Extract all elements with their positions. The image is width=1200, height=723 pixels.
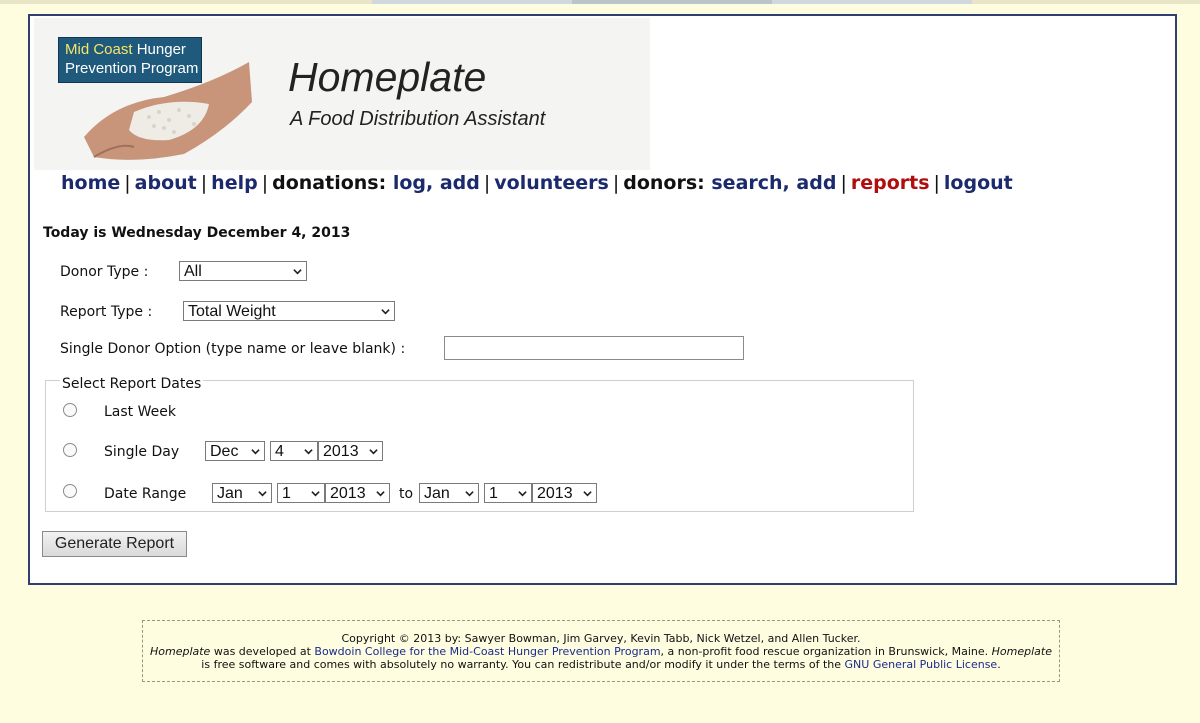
browser-top-strip bbox=[0, 0, 1200, 4]
nav-donors-search-link[interactable]: search, bbox=[711, 172, 789, 194]
generate-report-button[interactable]: Generate Report bbox=[42, 531, 187, 557]
footer-line3: is free software and comes with absolute… bbox=[201, 658, 1001, 671]
single-donor-label: Single Donor Option (type name or leave … bbox=[60, 341, 406, 357]
browser-tab[interactable] bbox=[372, 0, 572, 4]
single-day-month-select[interactable]: Dec bbox=[205, 441, 265, 461]
report-dates-legend: Select Report Dates bbox=[60, 376, 204, 392]
chevron-down-icon bbox=[293, 269, 302, 275]
nav-home-link[interactable]: home bbox=[61, 172, 120, 194]
donor-type-label: Donor Type : bbox=[60, 264, 149, 280]
nav-donations-label: donations: bbox=[272, 172, 387, 194]
to-label: to bbox=[399, 486, 414, 502]
footer: Copyright © 2013 by: Sawyer Bowman, Jim … bbox=[142, 620, 1060, 682]
site-subtitle: A Food Distribution Assistant bbox=[290, 108, 546, 130]
footer-copyright: Copyright © 2013 by: Sawyer Bowman, Jim … bbox=[341, 632, 861, 645]
chevron-down-icon bbox=[376, 491, 385, 497]
nav-about-link[interactable]: about bbox=[135, 172, 197, 194]
chevron-down-icon bbox=[251, 449, 260, 455]
range-from-day-select[interactable]: 1 bbox=[277, 483, 325, 503]
nav-donors-label: donors: bbox=[623, 172, 705, 194]
chevron-down-icon bbox=[311, 491, 320, 497]
today-date: Today is Wednesday December 4, 2013 bbox=[43, 225, 351, 241]
nav-help-link[interactable]: help bbox=[211, 172, 258, 194]
nav-volunteers-link[interactable]: volunteers bbox=[494, 172, 609, 194]
chevron-down-icon bbox=[583, 491, 592, 497]
mchpp-link[interactable]: for the Mid-Coast Hunger Prevention Prog… bbox=[409, 645, 660, 658]
nav-donations-add-link[interactable]: add bbox=[440, 172, 480, 194]
gpl-link[interactable]: GNU General Public License bbox=[845, 658, 998, 671]
date-range-label: Date Range bbox=[104, 486, 187, 502]
header-banner: Mid Coast Hunger Prevention Program Home… bbox=[34, 18, 650, 170]
nav-donors-add-link[interactable]: add bbox=[796, 172, 836, 194]
nav-logout-link[interactable]: logout bbox=[944, 172, 1013, 194]
range-from-year-select[interactable]: 2013 bbox=[325, 483, 390, 503]
chevron-down-icon bbox=[518, 491, 527, 497]
single-donor-input[interactable] bbox=[444, 336, 744, 360]
single-day-day-select[interactable]: 4 bbox=[270, 441, 318, 461]
nav-donations-log-link[interactable]: log, bbox=[393, 172, 433, 194]
single-day-label: Single Day bbox=[104, 444, 180, 460]
range-to-month-select[interactable]: Jan bbox=[419, 483, 479, 503]
footer-line2: Homeplate was developed at Bowdoin Colle… bbox=[149, 645, 1053, 658]
main-nav: home | about | help | donations: log, add | volu… bbox=[61, 172, 1013, 194]
single-day-year-select[interactable]: 2013 bbox=[318, 441, 383, 461]
chevron-down-icon bbox=[304, 449, 313, 455]
browser-tab[interactable] bbox=[772, 0, 972, 4]
last-week-label: Last Week bbox=[104, 404, 176, 420]
single-day-radio[interactable] bbox=[63, 443, 77, 457]
mchpp-logo: Mid Coast Hunger Prevention Program bbox=[58, 37, 202, 83]
donor-type-select[interactable]: All bbox=[179, 261, 307, 281]
last-week-radio[interactable] bbox=[63, 403, 77, 417]
range-from-month-select[interactable]: Jan bbox=[212, 483, 272, 503]
browser-tab[interactable] bbox=[572, 0, 772, 4]
chevron-down-icon bbox=[465, 491, 474, 497]
site-title: Homeplate bbox=[288, 54, 487, 100]
range-to-year-select[interactable]: 2013 bbox=[532, 483, 597, 503]
chevron-down-icon bbox=[369, 449, 378, 455]
bowdoin-college-link[interactable]: Bowdoin College bbox=[314, 645, 406, 658]
date-range-radio[interactable] bbox=[63, 484, 77, 498]
nav-reports-link[interactable]: reports bbox=[851, 172, 930, 194]
chevron-down-icon bbox=[381, 309, 390, 315]
chevron-down-icon bbox=[258, 491, 267, 497]
report-type-label: Report Type : bbox=[60, 304, 153, 320]
range-to-day-select[interactable]: 1 bbox=[484, 483, 532, 503]
main-container: Mid Coast Hunger Prevention Program Home… bbox=[28, 14, 1177, 585]
report-type-select[interactable]: Total Weight bbox=[183, 301, 395, 321]
